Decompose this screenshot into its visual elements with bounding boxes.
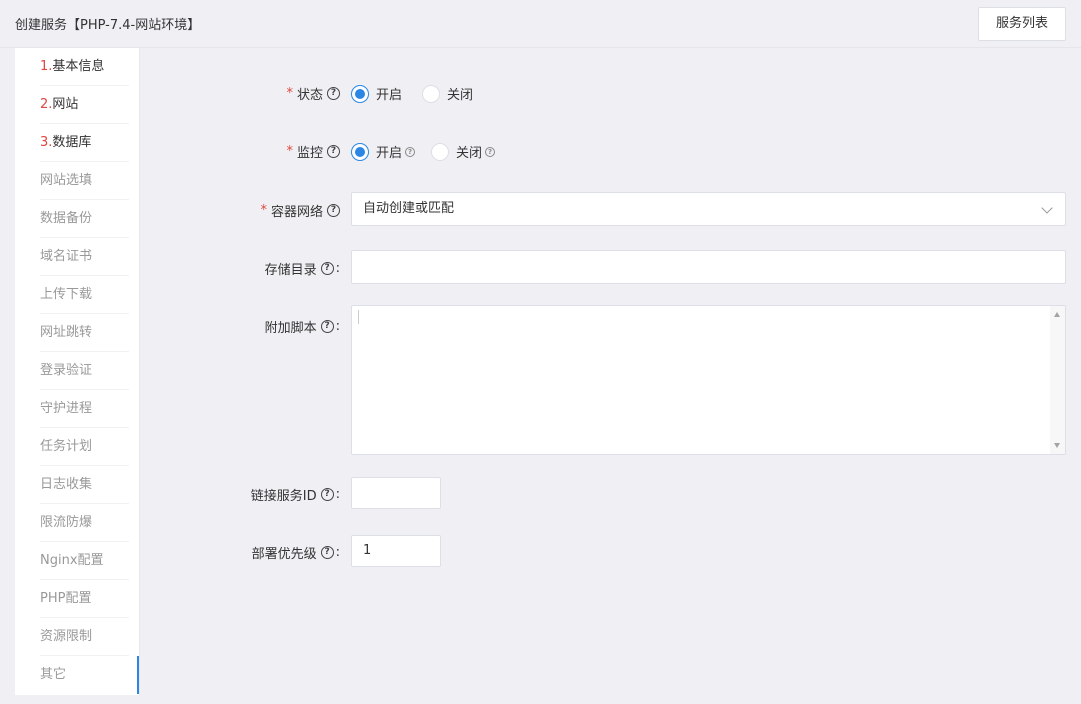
monitor-radio-on[interactable]: 开启? [351,142,416,161]
monitor-label: * 监控 ? [286,142,340,161]
sidebar-item-url-redirect[interactable]: 网址跳转 [15,314,139,352]
sidebar-item-domain-cert[interactable]: 域名证书 [15,238,139,276]
link-service-id-row: 链接服务ID ? : [140,477,1066,509]
monitor-label-text: 监控 [296,146,323,161]
monitor-radio-off[interactable]: 关闭? [431,142,496,161]
container-network-select[interactable]: 自动创建或匹配 [351,192,1066,226]
monitor-row: * 监控 ? 开启? 关闭? [140,140,1066,162]
question-circle-icon[interactable]: ? [320,488,334,501]
radio-checked-icon [351,84,369,103]
sidebar-item-website-optional[interactable]: 网站选填 [15,162,139,200]
container-network-label-text: 容器网络 [270,205,323,220]
extra-script-label-text: 附加脚本 [264,321,317,336]
radio-label: 关闭 [456,146,483,161]
question-circle-icon[interactable]: ? [405,146,416,157]
deploy-priority-label: 部署优先级 ? : [252,543,340,562]
step-number: 3. [40,135,53,150]
question-circle-icon[interactable]: ? [485,146,496,157]
question-circle-icon[interactable]: ? [320,546,334,559]
radio-label: 开启 [376,146,403,161]
text-caret [358,310,359,324]
sidebar-item-label: 数据库 [52,135,92,150]
link-service-id-label-text: 链接服务ID [250,489,317,504]
status-label: * 状态 ? [286,84,340,103]
question-circle-icon[interactable]: ? [327,145,340,158]
sidebar-item-website[interactable]: 2.网站 [15,86,139,124]
radio-unchecked-icon [422,84,441,103]
question-circle-icon[interactable]: ? [327,204,340,217]
required-mark: * [260,203,267,218]
scroll-up-arrow-icon[interactable] [1054,312,1060,317]
textarea-scrollbar[interactable] [1050,306,1065,454]
container-network-row: * 容器网络 ? 自动创建或匹配 [140,192,1066,226]
chevron-down-icon [1041,202,1053,214]
label-colon: : [335,261,340,276]
radio-label: 开启 [376,88,403,103]
extra-script-textarea[interactable] [351,305,1066,455]
sidebar-item-login-auth[interactable]: 登录验证 [15,352,139,390]
container-network-label: * 容器网络 ? [260,201,340,220]
label-colon: : [335,319,340,334]
sidebar-item-rate-limit[interactable]: 限流防爆 [15,504,139,542]
deploy-priority-row: 部署优先级 ? : 1 [140,535,1066,567]
storage-dir-row: 存储目录 ? : [140,250,1066,284]
sidebar-item-daemon[interactable]: 守护进程 [15,390,139,428]
sidebar-item-basic-info[interactable]: 1.基本信息 [15,48,139,86]
required-mark: * [286,144,293,159]
monitor-radio-group: 开启? 关闭? [351,142,515,161]
sidebar-item-database[interactable]: 3.数据库 [15,124,139,162]
radio-label: 关闭 [447,88,474,103]
step-number: 1. [40,59,53,74]
radio-unchecked-icon [431,142,450,161]
status-radio-off[interactable]: 关闭 [422,84,473,103]
label-colon: : [335,487,340,502]
storage-dir-label-text: 存储目录 [264,263,317,278]
extra-script-label: 附加脚本 ? : [265,317,340,336]
status-radio-on[interactable]: 开启 [351,84,402,103]
link-service-id-label: 链接服务ID ? : [251,485,340,504]
sidebar-item-other[interactable]: 其它 [15,656,139,694]
radio-checked-icon [351,142,369,161]
sidebar-item-resource-limit[interactable]: 资源限制 [15,618,139,656]
page-header: 创建服务【PHP-7.4-网站环境】 服务列表 [0,0,1081,48]
sidebar-item-nginx-config[interactable]: Nginx配置 [15,542,139,580]
select-value: 自动创建或匹配 [363,201,455,216]
step-number: 2. [40,97,53,112]
sidebar-item-label: 网站 [52,97,79,112]
sidebar-item-upload-download[interactable]: 上传下载 [15,276,139,314]
question-circle-icon[interactable]: ? [327,87,340,100]
question-circle-icon[interactable]: ? [320,262,334,275]
status-row: * 状态 ? 开启 关闭 [140,82,1066,104]
sidebar-item-log-collect[interactable]: 日志收集 [15,466,139,504]
deploy-priority-label-text: 部署优先级 [251,547,317,562]
required-mark: * [286,86,293,101]
sidebar-item-label: 基本信息 [52,59,105,74]
scroll-down-arrow-icon[interactable] [1054,443,1060,448]
status-radio-group: 开启 关闭 [351,84,493,103]
sidebar-item-php-config[interactable]: PHP配置 [15,580,139,618]
storage-dir-label: 存储目录 ? : [265,259,340,278]
storage-dir-input[interactable] [351,250,1066,284]
sidebar: 1.基本信息 2.网站 3.数据库 网站选填 数据备份 域名证书 上传下载 网址… [15,48,140,695]
deploy-priority-input[interactable]: 1 [351,535,441,567]
page-title: 创建服务【PHP-7.4-网站环境】 [15,18,201,33]
status-label-text: 状态 [296,88,323,103]
question-circle-icon[interactable]: ? [320,320,334,333]
sidebar-item-data-backup[interactable]: 数据备份 [15,200,139,238]
sidebar-item-cron[interactable]: 任务计划 [15,428,139,466]
link-service-id-input[interactable] [351,477,441,509]
extra-script-row: 附加脚本 ? : [140,305,1066,455]
service-list-button[interactable]: 服务列表 [978,7,1066,41]
label-colon: : [335,545,340,560]
